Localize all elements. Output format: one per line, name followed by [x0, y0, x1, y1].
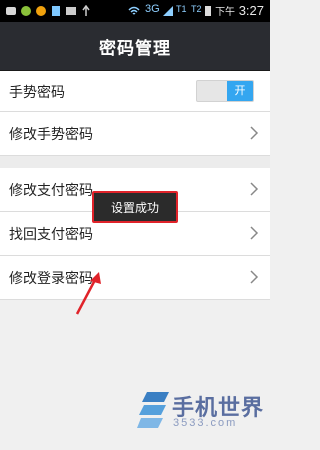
sim2-label: T2 — [191, 4, 202, 14]
signal-icon — [163, 6, 173, 16]
toast: 设置成功 — [92, 191, 178, 223]
page-title: 密码管理 — [99, 39, 171, 59]
wifi-icon — [128, 6, 140, 15]
gesture-password-toggle[interactable]: 开 — [196, 80, 254, 102]
chevron-right-icon — [250, 226, 259, 240]
gesture-password-label: 手势密码 — [9, 85, 65, 101]
chevron-right-icon — [250, 182, 259, 196]
chevron-right-icon — [250, 126, 259, 140]
change-gesture-password-label: 修改手势密码 — [9, 127, 93, 143]
usb-icon — [82, 5, 90, 16]
network-type: 3G — [145, 3, 160, 15]
recover-payment-password-label: 找回支付密码 — [9, 227, 93, 243]
watermark-logo: 手机世界 3533.com — [137, 388, 265, 438]
change-gesture-password-row[interactable]: 修改手势密码 — [0, 112, 270, 156]
section-divider — [0, 156, 270, 168]
app-icon-2 — [36, 6, 46, 16]
toggle-on-label: 开 — [227, 81, 253, 101]
sim1-label: T1 — [176, 4, 187, 14]
toast-message: 设置成功 — [110, 201, 159, 215]
change-payment-password-label: 修改支付密码 — [9, 183, 93, 199]
sd-card-icon — [52, 6, 60, 16]
clock: 下午 3:27 — [215, 3, 264, 18]
time: 3:27 — [238, 3, 264, 18]
image-icon — [66, 7, 76, 15]
time-prefix: 下午 — [215, 7, 236, 18]
change-login-password-row[interactable]: 修改登录密码 — [0, 256, 270, 300]
annotation-arrow-icon — [75, 272, 101, 315]
app-icon — [21, 6, 31, 16]
watermark-domain: 3533.com — [173, 417, 238, 429]
brand-logo-icon — [137, 392, 169, 428]
status-bar: 3G T1 T2 下午 3:27 — [0, 0, 270, 22]
gesture-password-row: 手势密码 开 — [0, 71, 270, 112]
title-bar: 密码管理 — [0, 22, 270, 71]
notification-icon — [6, 7, 16, 15]
chevron-right-icon — [250, 270, 259, 284]
battery-icon — [205, 6, 211, 16]
